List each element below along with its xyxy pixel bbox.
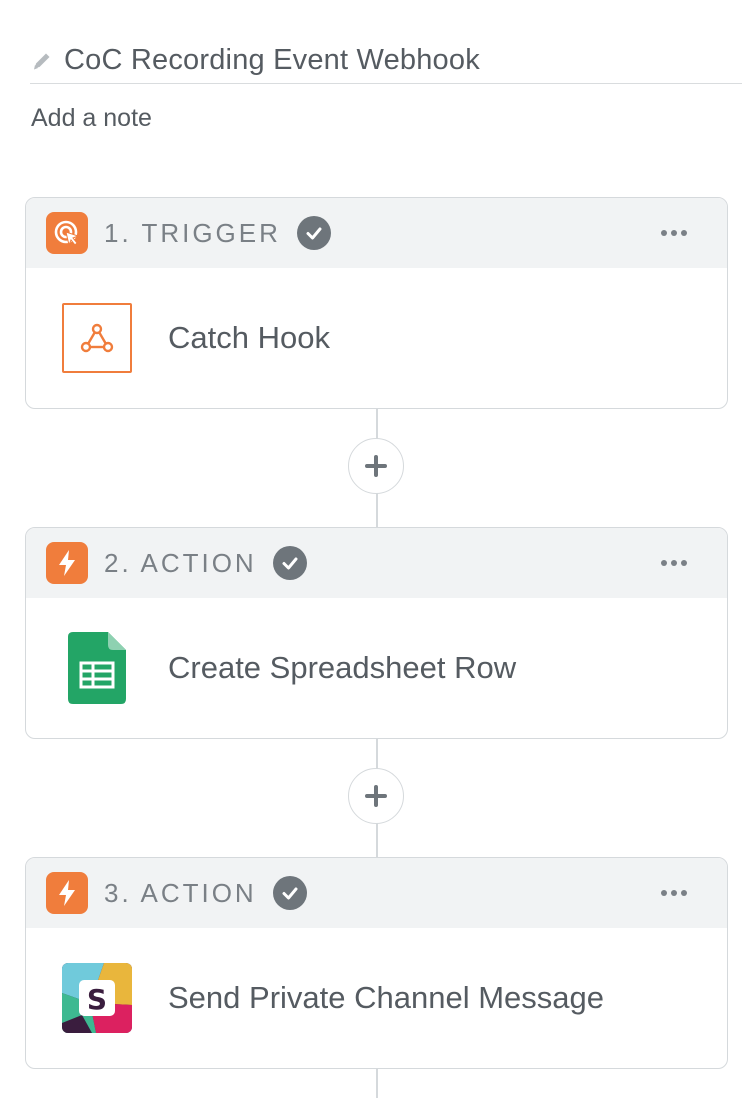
plus-icon [365, 455, 387, 477]
step-body[interactable]: Catch Hook [26, 268, 727, 408]
step-label: 2. ACTION [104, 547, 257, 578]
lightning-bolt-icon [46, 542, 88, 584]
check-icon [272, 876, 307, 910]
check-icon [272, 546, 307, 580]
add-note-link[interactable]: Add a note [31, 104, 152, 133]
app-action-name: Catch Hook [168, 320, 330, 355]
google-sheets-icon [62, 632, 132, 704]
app-action-name: Send Private Channel Message [168, 980, 604, 1015]
more-options-button[interactable] [657, 556, 691, 570]
more-options-button[interactable] [657, 886, 691, 900]
check-icon [296, 216, 331, 250]
step-body[interactable]: Create Spreadsheet Row [26, 598, 727, 738]
app-action-name: Create Spreadsheet Row [168, 650, 517, 685]
step-header[interactable]: 1. TRIGGER [26, 198, 727, 268]
lightning-bolt-icon [46, 872, 88, 914]
step-card-3: 3. ACTION S Send Private Channel Message [25, 857, 728, 1069]
step-header[interactable]: 3. ACTION [26, 858, 727, 928]
pencil-icon [30, 49, 54, 73]
slack-icon: S [62, 963, 132, 1033]
step-label: 3. ACTION [104, 877, 257, 908]
svg-text:S: S [87, 983, 107, 1016]
zap-title-field[interactable]: CoC Recording Event Webhook [30, 38, 742, 84]
webhook-icon [62, 303, 132, 373]
step-label: 1. TRIGGER [104, 217, 281, 248]
step-header[interactable]: 2. ACTION [26, 528, 727, 598]
zap-title: CoC Recording Event Webhook [64, 44, 480, 76]
add-step-button[interactable] [348, 438, 404, 494]
target-cursor-icon [46, 212, 88, 254]
step-body[interactable]: S Send Private Channel Message [26, 928, 727, 1068]
more-options-button[interactable] [657, 226, 691, 240]
connector-line [376, 1069, 378, 1098]
add-step-button[interactable] [348, 768, 404, 824]
plus-icon [365, 785, 387, 807]
step-card-2: 2. ACTION Create Spreadsheet Row [25, 527, 728, 739]
step-card-1: 1. TRIGGER Catch Hook [25, 197, 728, 409]
